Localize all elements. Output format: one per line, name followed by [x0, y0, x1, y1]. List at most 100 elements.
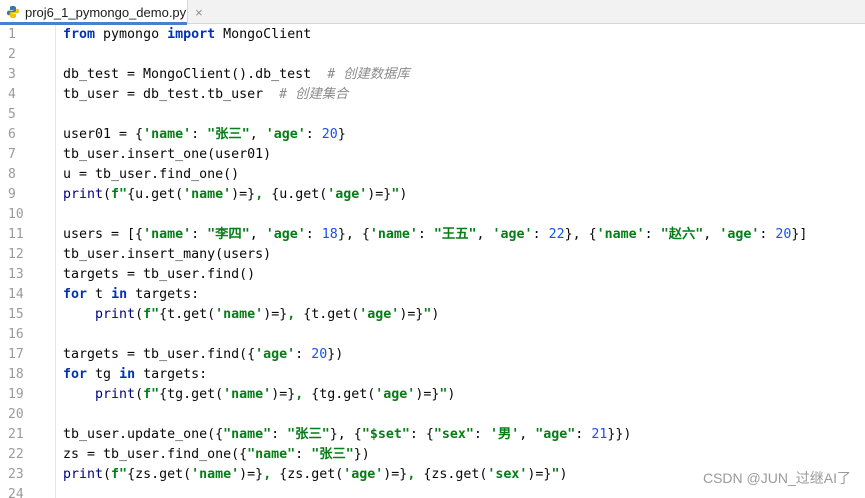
code-line-12: tb_user.insert_many(users) [63, 245, 271, 265]
code-token: tb_user = db_test.tb_user [63, 87, 280, 102]
code-token: tb_user.insert_many(users) [63, 247, 272, 262]
line-number: 23 [8, 467, 24, 482]
code-token: targets: [127, 287, 200, 302]
line-number: 21 [8, 427, 24, 442]
code-token: {t.get( [159, 307, 216, 322]
number-token: 18 [321, 227, 338, 242]
code-line-9: print(f"{u.get('name')=}, {u.get('age')=… [63, 185, 407, 205]
code-token: )=} [231, 187, 256, 202]
keyword-token: in [119, 367, 136, 382]
code-token: : [473, 427, 490, 442]
string-token: f" [111, 467, 128, 482]
code-token: targets: [135, 367, 208, 382]
code-line-8: u = tb_user.find_one() [63, 165, 239, 185]
string-token: "李四" [207, 227, 250, 242]
string-token: "王五" [433, 227, 477, 242]
indent-token [63, 307, 95, 322]
code-line-11: users = [{'name': "李四", 'age': 18}, {'na… [63, 225, 807, 245]
code-token: : [759, 227, 776, 242]
line-number: 15 [8, 307, 24, 322]
line-number: 19 [8, 387, 24, 402]
line-number: 17 [8, 347, 24, 362]
code-token: )=} [271, 387, 296, 402]
string-token: "张三" [207, 127, 250, 142]
string-token: 'age' [327, 187, 368, 202]
builtin-token: print [63, 467, 104, 482]
string-token: 'age' [343, 467, 384, 482]
string-token: 'name' [143, 127, 192, 142]
code-token: )=} [239, 467, 264, 482]
string-token: "赵六" [660, 227, 704, 242]
code-token: )=} [383, 467, 408, 482]
close-icon[interactable]: × [195, 6, 203, 19]
code-token: )=} [415, 387, 440, 402]
string-token: 'age' [265, 227, 306, 242]
code-token: : [644, 227, 661, 242]
code-token: } [337, 127, 346, 142]
number-token: 20 [321, 127, 338, 142]
code-token: {tg.get( [159, 387, 224, 402]
number-token: 20 [775, 227, 792, 242]
code-token: ) [447, 387, 456, 402]
code-token: , [249, 127, 266, 142]
code-token: : [417, 227, 434, 242]
code-token: : [575, 427, 592, 442]
code-token: ( [135, 307, 144, 322]
string-token: , [407, 467, 424, 482]
code-line-17: targets = tb_user.find({'age': 20}) [63, 345, 343, 365]
string-token: "张三" [311, 447, 354, 462]
editor-tab-bar: proj6_1_pymongo_demo.py × [0, 0, 865, 25]
line-number: 18 [8, 367, 24, 382]
line-number: 1 [8, 27, 16, 42]
code-token: MongoClient [215, 27, 312, 42]
code-token: )=} [399, 307, 424, 322]
code-token: )=} [263, 307, 288, 322]
code-line-13: targets = tb_user.find() [63, 265, 255, 285]
string-token: 'name' [143, 227, 192, 242]
code-token: ) [431, 307, 440, 322]
builtin-token: print [63, 187, 104, 202]
string-token: , [287, 307, 304, 322]
code-token: targets = tb_user.find({ [63, 347, 256, 362]
code-token: {zs.get( [423, 467, 488, 482]
line-number: 9 [8, 187, 16, 202]
code-token: : [191, 127, 208, 142]
line-number: 2 [8, 47, 16, 62]
code-token: }, { [564, 227, 597, 242]
code-token: {zs.get( [279, 467, 344, 482]
code-token: , [519, 427, 536, 442]
code-line-7: tb_user.insert_one(user01) [63, 145, 271, 165]
string-token: 'sex' [487, 467, 528, 482]
code-line-21: tb_user.update_one({"name": "张三"}, {"$se… [63, 425, 631, 445]
code-token: : [305, 227, 322, 242]
string-token: , [255, 187, 272, 202]
code-token: users = [{ [63, 227, 144, 242]
comment-token: # 创建集合 [279, 87, 349, 102]
string-token: 'age' [492, 227, 533, 242]
string-token: , [263, 467, 280, 482]
code-line-14: for t in targets: [63, 285, 199, 305]
string-token: 'age' [265, 127, 306, 142]
code-token: , [249, 227, 266, 242]
code-editor[interactable]: from pymongo import MongoClient db_test … [57, 25, 865, 498]
string-token: "name" [223, 427, 272, 442]
line-number: 10 [8, 207, 24, 222]
line-number: 3 [8, 67, 16, 82]
string-token: 'age' [719, 227, 760, 242]
code-token: ( [135, 387, 144, 402]
code-token: }, { [329, 427, 362, 442]
builtin-token: print [95, 307, 136, 322]
code-token: ) [559, 467, 568, 482]
code-token: t [87, 287, 112, 302]
string-token: '男' [489, 427, 520, 442]
code-token: targets = tb_user.find() [63, 267, 256, 282]
code-token: }}) [607, 427, 632, 442]
string-token: "name" [247, 447, 296, 462]
file-tab[interactable]: proj6_1_pymongo_demo.py × [0, 0, 203, 25]
string-token: 'name' [191, 467, 240, 482]
code-token: : [305, 127, 322, 142]
code-token: ( [103, 467, 112, 482]
code-line-15: print(f"{t.get('name')=}, {t.get('age')=… [63, 305, 439, 325]
string-token: "sex" [433, 427, 474, 442]
code-token: {t.get( [303, 307, 360, 322]
